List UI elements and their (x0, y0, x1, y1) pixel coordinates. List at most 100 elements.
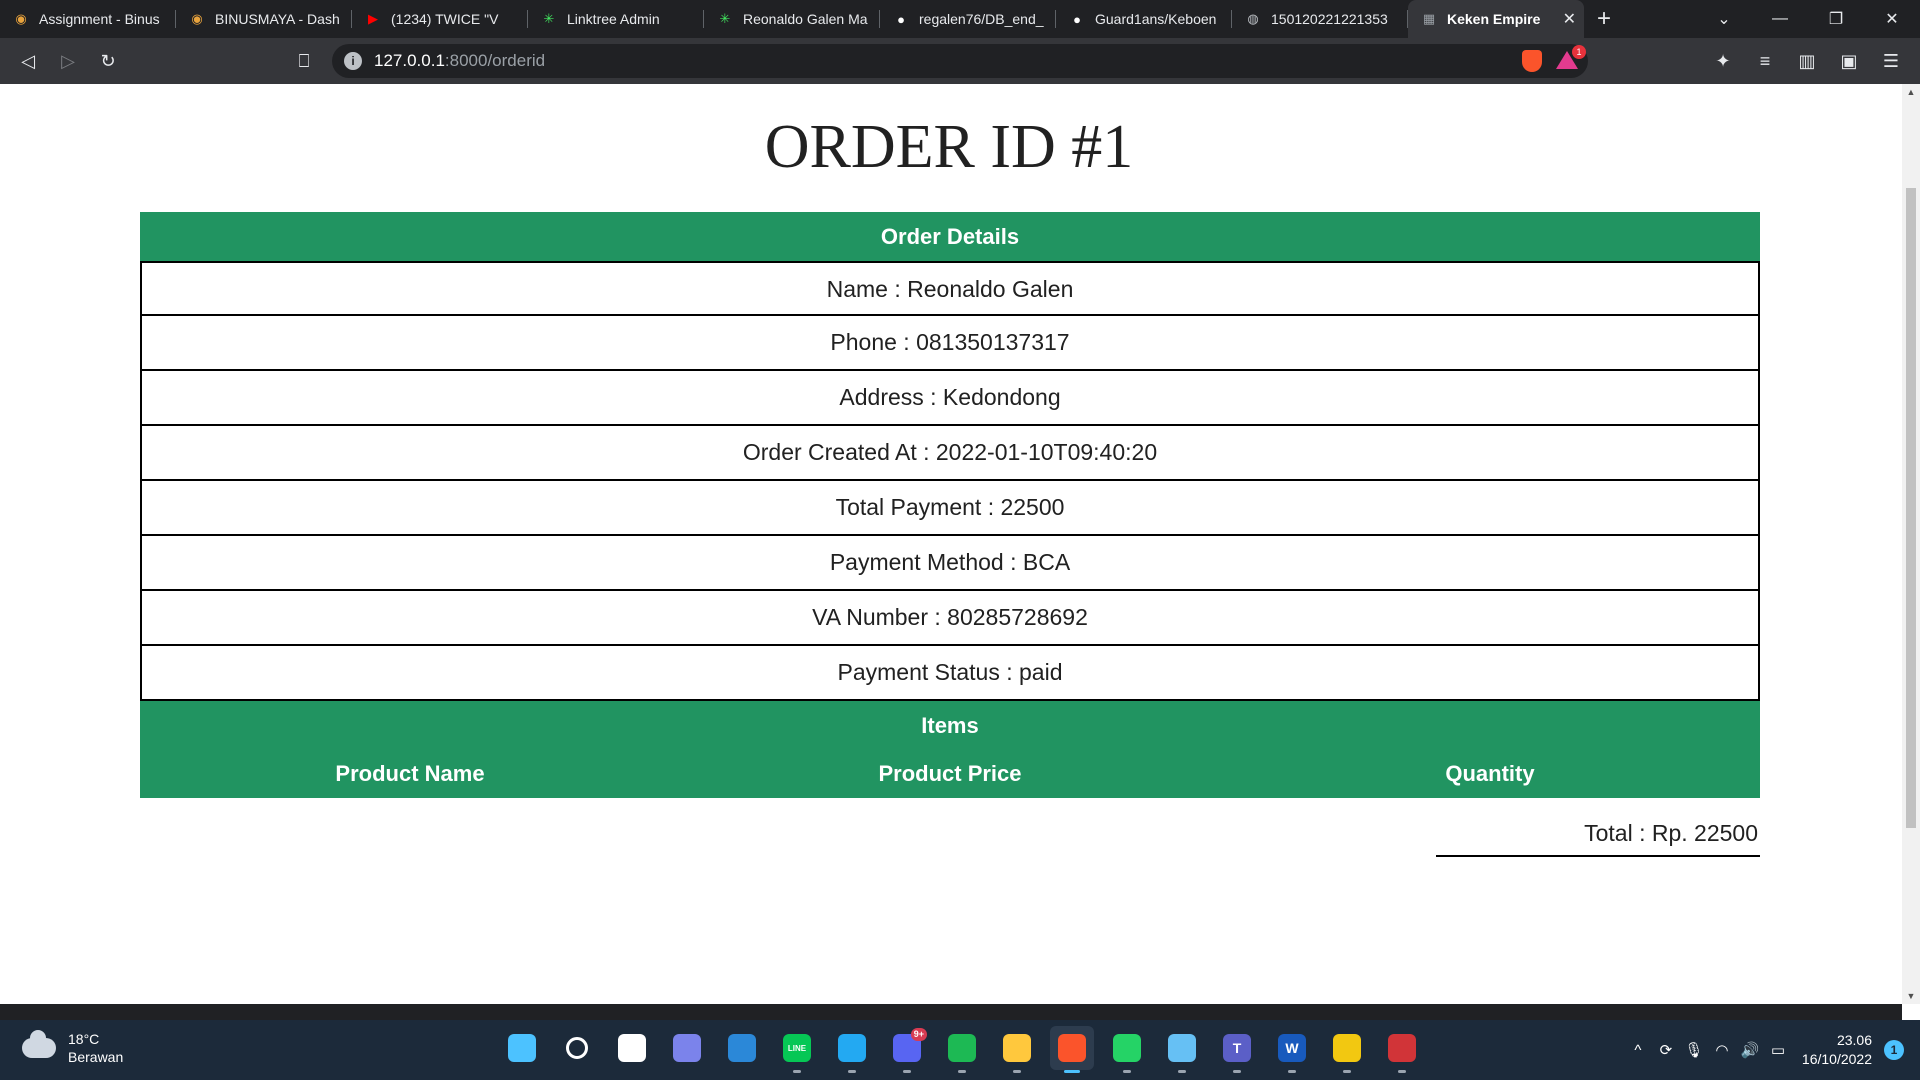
whatsapp-icon[interactable] (1105, 1026, 1149, 1073)
microphone-icon[interactable]: 🎙 (1680, 1041, 1708, 1059)
system-tray: ^ ⟳ 🎙 ◠ 🔊 ▭ 23.06 16/10/2022 1 (1624, 1020, 1904, 1080)
address-bar[interactable]: i 127.0.0.1:8000/orderid 1 (332, 44, 1588, 78)
scroll-up-arrow-icon[interactable]: ▲ (1902, 84, 1920, 100)
browser-tab[interactable]: ▦ Keken Empire ✕ (1408, 0, 1584, 38)
extensions-icon[interactable]: ✦ (1702, 44, 1744, 78)
snipping-tool-icon[interactable] (1325, 1026, 1369, 1073)
scroll-down-arrow-icon[interactable]: ▼ (1902, 988, 1920, 1004)
tab-title: Assignment - Binus (39, 11, 160, 27)
page-bottom-strip (0, 1004, 1902, 1020)
reading-list-icon[interactable]: ≡ (1744, 44, 1786, 78)
browser-tab[interactable]: ◉ BINUSMAYA - Dash (176, 0, 352, 38)
file-explorer-icon[interactable] (995, 1026, 1039, 1073)
close-tab-icon[interactable]: ✕ (1563, 9, 1576, 29)
tab-title: Guard1ans/Keboen (1095, 11, 1217, 27)
spotify-icon[interactable] (940, 1026, 984, 1073)
brave-icon[interactable] (1050, 1026, 1094, 1073)
sidebar-icon[interactable]: ▥ (1786, 44, 1828, 78)
browser-tab[interactable]: ● Guard1ans/Keboen (1056, 0, 1232, 38)
taskbar-apps: LINE 9+ T W (500, 1026, 1424, 1073)
tab-strip: ◉ Assignment - Binus ◉ BINUSMAYA - Dash ▶ (12… (0, 0, 1584, 38)
running-indicator (1398, 1070, 1406, 1073)
binus-icon: ◉ (15, 11, 27, 26)
browser-tab[interactable]: ● regalen76/DB_end_ (880, 0, 1056, 38)
page-scrollbar[interactable]: ▲ ▼ (1902, 84, 1920, 1004)
bookmark-icon[interactable]: ⎕ (284, 44, 324, 78)
browser-toolbar: ◁ ▷ ↻ ⎕ i 127.0.0.1:8000/orderid 1 ✦ ≡ ▥… (0, 38, 1920, 84)
running-indicator (1123, 1070, 1131, 1073)
minimize-button[interactable]: — (1752, 0, 1808, 38)
tab-title: 150120221221353 (1271, 11, 1388, 27)
clock-date: 16/10/2022 (1801, 1051, 1872, 1067)
vscode-icon[interactable] (830, 1026, 874, 1073)
tab-search-chevron-icon[interactable]: ⌄ (1696, 0, 1752, 38)
windows-taskbar: 18°C Berawan LINE 9+ T W ^ ⟳ 🎙 ◠ 🔊 ▭ 23.06 … (0, 1020, 1920, 1080)
browser-tab[interactable]: ◉ Assignment - Binus (0, 0, 176, 38)
order-detail-row: Address : Kedondong (140, 371, 1760, 426)
task-view-icon[interactable] (610, 1026, 654, 1070)
reload-button[interactable]: ↻ (88, 44, 128, 78)
steam-icon[interactable] (1160, 1026, 1204, 1073)
youtube-icon: ▶ (368, 11, 378, 26)
word-icon[interactable]: W (1270, 1026, 1314, 1073)
show-hidden-icons-chevron-icon[interactable]: ^ (1624, 1042, 1652, 1059)
wifi-icon[interactable]: ◠ (1708, 1041, 1736, 1059)
items-header: Items (140, 701, 1760, 750)
volume-icon[interactable]: 🔊 (1736, 1041, 1764, 1059)
column-quantity: Quantity (1445, 761, 1535, 786)
order-total: Total : Rp. 22500 (1436, 820, 1760, 857)
notification-badge[interactable]: 1 (1884, 1040, 1904, 1060)
sync-icon[interactable]: ⟳ (1652, 1041, 1680, 1059)
clock[interactable]: 23.06 16/10/2022 (1802, 1031, 1872, 1069)
column-product-price: Product Price (878, 761, 1022, 786)
browser-tab[interactable]: ✳ Linktree Admin (528, 0, 704, 38)
order-details-list: Name : Reonaldo Galen Phone : 08135013731… (140, 261, 1760, 701)
teams-chat-icon[interactable] (665, 1026, 709, 1070)
cloud-icon (22, 1030, 56, 1058)
restore-button[interactable]: ❐ (1808, 0, 1864, 38)
brave-shield-icon[interactable] (1522, 50, 1542, 72)
order-detail-row: Name : Reonaldo Galen (140, 261, 1760, 316)
browser-tab[interactable]: ✳ Reonaldo Galen Ma (704, 0, 880, 38)
close-window-button[interactable]: ✕ (1864, 0, 1920, 38)
teams-icon[interactable]: T (1215, 1026, 1259, 1073)
battery-icon[interactable]: ▭ (1764, 1041, 1792, 1059)
url-path: :8000/orderid (444, 51, 546, 70)
brave-rewards-icon[interactable]: 1 (1556, 45, 1586, 71)
url-host: 127.0.0.1 (374, 51, 445, 70)
column-product-name: Product Name (335, 761, 485, 786)
scrollbar-thumb[interactable] (1906, 188, 1916, 828)
browser-tab[interactable]: ▶ (1234) TWICE "V (352, 0, 528, 38)
tab-title: Linktree Admin (567, 11, 660, 27)
running-indicator (1064, 1070, 1080, 1073)
weather-description: Berawan (68, 1049, 124, 1065)
windows-start-icon[interactable] (500, 1026, 544, 1070)
forward-button[interactable]: ▷ (48, 44, 88, 78)
page-title: ORDER ID #1 (764, 113, 1134, 181)
tab-title: BINUSMAYA - Dash (215, 11, 340, 27)
binus-icon: ◉ (191, 11, 203, 26)
app-badge: 9+ (910, 1028, 927, 1041)
items-column-headers: Product Name Product Price Quantity (140, 750, 1760, 798)
menu-icon[interactable]: ☰ (1870, 44, 1912, 78)
running-indicator (1343, 1070, 1351, 1073)
back-button[interactable]: ◁ (8, 44, 48, 78)
running-indicator (793, 1070, 801, 1073)
weather-widget[interactable]: 18°C Berawan (22, 1030, 123, 1066)
mail-icon[interactable] (720, 1026, 764, 1070)
discord-icon[interactable]: 9+ (885, 1026, 929, 1073)
new-tab-button[interactable]: + (1584, 0, 1624, 38)
running-indicator (848, 1070, 856, 1073)
line-icon[interactable]: LINE (775, 1026, 819, 1073)
red-app-icon[interactable] (1380, 1026, 1424, 1073)
order-detail-row: Order Created At : 2022-01-10T09:40:20 (140, 426, 1760, 481)
running-indicator (958, 1070, 966, 1073)
wallet-icon[interactable]: ▣ (1828, 44, 1870, 78)
page-icon: ▦ (1422, 11, 1436, 26)
search-icon[interactable] (555, 1026, 599, 1070)
tab-title: regalen76/DB_end_ (919, 11, 1044, 27)
order-details-header: Order Details (140, 212, 1760, 261)
browser-tab[interactable]: ◍ 150120221221353 (1232, 0, 1408, 38)
tab-title: Keken Empire (1447, 11, 1541, 27)
site-info-icon[interactable]: i (344, 52, 362, 70)
